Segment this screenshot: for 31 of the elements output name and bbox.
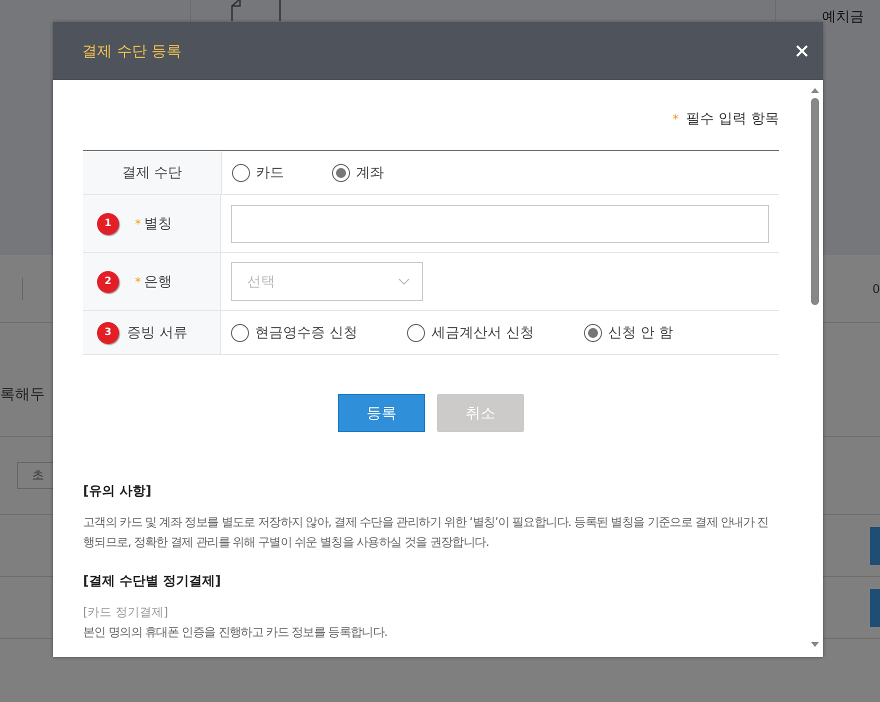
field-label: * 별칭: [135, 214, 172, 232]
document-icon: [231, 0, 281, 22]
radio-option[interactable]: 계좌: [332, 164, 384, 182]
notice-heading: [결제 수단별 정기결제]: [83, 573, 222, 590]
radio-option[interactable]: 신청 안 함: [584, 324, 673, 342]
field-label: 증빙 서류: [127, 324, 188, 342]
scroll-up-icon[interactable]: [811, 88, 819, 93]
notice-text: 고객의 카드 및 계좌 정보를 별도로 저장하지 않아, 결제 수단을 관리하기 위한 ‘별칭’이 필요합니다. 등록된 별칭을 기준으로 결제 안내가 진행되므로, 정확한 결제 관리를 위해 구별이 쉬운 별칭을 사용하실 것을 권장합니다.: [83, 514, 770, 551]
column-heading: 예치금: [822, 9, 864, 25]
chevron-down-icon: [398, 278, 410, 285]
action-button[interactable]: [870, 526, 880, 564]
notice-heading: [유의 사항]: [83, 483, 152, 500]
scroll-down-icon[interactable]: [811, 642, 819, 647]
close-icon[interactable]: [796, 45, 808, 57]
modal-title: 결제 수단 등록: [82, 42, 182, 60]
field-label: 결제 수단: [122, 164, 182, 182]
radio-option[interactable]: 카드: [232, 164, 284, 182]
field-label: * 은행: [135, 272, 172, 290]
scrollbar-thumb[interactable]: [811, 98, 819, 305]
table-cell: 0: [872, 282, 880, 296]
action-button[interactable]: [870, 588, 880, 626]
radio-option[interactable]: 현금영수증 신청: [231, 324, 358, 342]
section-heading: 록해두: [0, 385, 45, 404]
radio-option[interactable]: 세금계산서 신청: [407, 324, 534, 342]
number-badge: 2: [97, 270, 119, 292]
notice-text: 본인 명의의 휴대폰 인증을 진행하고 카드 정보를 등록합니다.: [83, 624, 388, 641]
number-badge: 3: [97, 322, 119, 344]
nickname-field[interactable]: [231, 204, 769, 242]
notice-subheading: [카드 정기결제]: [83, 604, 170, 621]
number-badge: 1: [97, 212, 119, 234]
required-note: * 필수 입력 항목: [672, 110, 779, 129]
